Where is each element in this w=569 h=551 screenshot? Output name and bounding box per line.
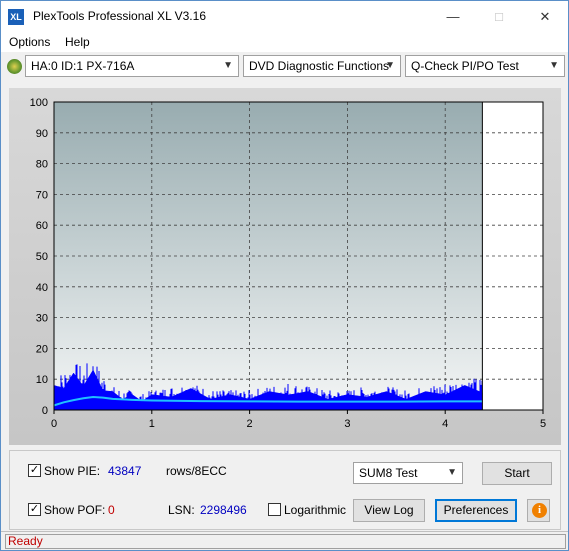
x-tick-label: 0 [51,418,57,430]
chevron-down-icon: ▼ [549,60,559,71]
preferences-button[interactable]: Preferences [435,499,517,522]
show-pie-checkbox[interactable]: ✓ [28,464,41,477]
minimize-button[interactable]: — [430,1,476,32]
app-logo-icon: XL [8,9,24,25]
drive-disc-icon [7,59,22,74]
show-pof-label: Show POF: [44,503,106,517]
x-tick-label: 5 [540,418,546,430]
show-pie-label: Show PIE: [44,464,101,478]
function-select-value: DVD Diagnostic Functions [249,59,390,73]
y-tick-label: 0 [42,405,48,417]
y-tick-label: 30 [36,313,48,325]
y-tick-label: 50 [36,251,48,263]
lsn-value: 2298496 [200,503,247,517]
show-pof-checkbox[interactable]: ✓ [28,503,41,516]
control-panel: ✓ Show PIE: 43847 rows/8ECC SUM8 Test ▼ … [9,450,561,530]
test-select-value: Q-Check PI/PO Test [411,59,519,73]
view-log-button[interactable]: View Log [353,499,425,522]
y-tick-label: 100 [30,97,48,109]
x-tick-label: 2 [247,418,253,430]
window-title: PlexTools Professional XL V3.16 [33,9,206,23]
y-tick-label: 20 [36,343,48,355]
logarithmic-label: Logarithmic [284,503,347,517]
sum-test-select-value: SUM8 Test [359,466,418,480]
drive-select[interactable]: HA:0 ID:1 PX-716A ▼ [25,55,239,77]
info-icon: i [532,503,547,518]
y-tick-label: 90 [36,128,48,140]
menu-help[interactable]: Help [65,35,90,49]
menu-options[interactable]: Options [9,35,50,49]
menu-bar: Options Help [1,32,568,52]
chevron-down-icon: ▼ [385,60,395,71]
lsn-label: LSN: [168,503,195,517]
x-tick-label: 1 [149,418,155,430]
chart-frame: 0 10 20 30 40 50 60 70 80 90 100 0 1 2 3 4 5 [9,88,561,445]
test-select[interactable]: Q-Check PI/PO Test ▼ [405,55,565,77]
status-bar: Ready [1,531,568,550]
y-tick-label: 40 [36,282,48,294]
y-tick-label: 60 [36,220,48,232]
start-button[interactable]: Start [482,462,552,485]
y-tick-label: 10 [36,374,48,386]
function-select[interactable]: DVD Diagnostic Functions ▼ [243,55,401,77]
sum-test-select[interactable]: SUM8 Test ▼ [353,462,463,484]
logarithmic-checkbox[interactable] [268,503,281,516]
close-button[interactable]: ✕ [522,1,568,32]
pie-chart-svg: 0 10 20 30 40 50 60 70 80 90 100 0 1 2 3 4 5 [30,97,546,430]
app-window: XL PlexTools Professional XL V3.16 — □ ✕… [0,0,569,551]
x-tick-label: 4 [442,418,448,430]
pie-unit: rows/8ECC [166,464,227,478]
pie-value: 43847 [108,464,142,478]
pof-value: 0 [108,503,115,517]
y-tick-label: 80 [36,159,48,171]
title-bar[interactable]: XL PlexTools Professional XL V3.16 — □ ✕ [1,1,568,32]
status-text: Ready [5,534,566,549]
y-tick-label: 70 [36,189,48,201]
maximize-button[interactable]: □ [476,1,522,32]
chevron-down-icon: ▼ [447,467,457,478]
info-button[interactable]: i [527,499,550,522]
drive-select-value: HA:0 ID:1 PX-716A [31,59,135,73]
toolbar: HA:0 ID:1 PX-716A ▼ DVD Diagnostic Funct… [1,52,568,82]
chevron-down-icon: ▼ [223,60,233,71]
x-tick-label: 3 [344,418,350,430]
